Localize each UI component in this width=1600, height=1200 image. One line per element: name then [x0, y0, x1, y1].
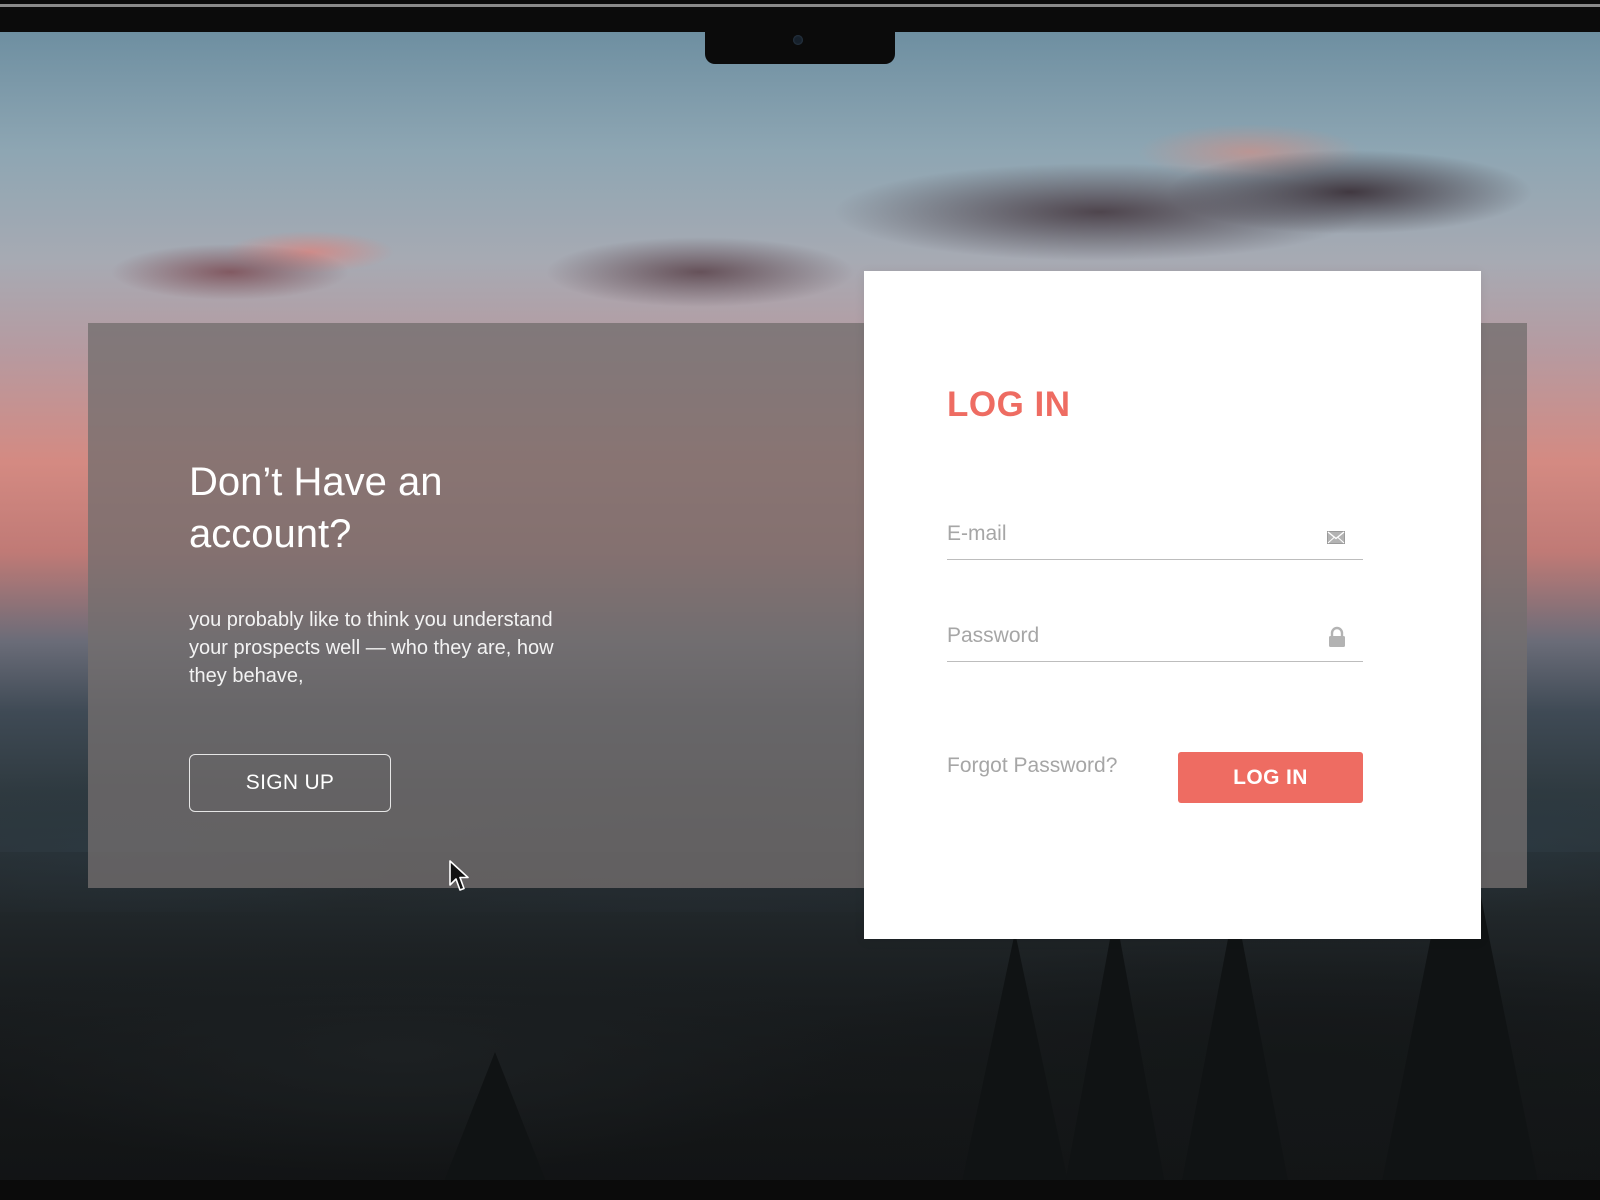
pine-tree — [1060, 912, 1170, 1180]
pine-tree — [1180, 902, 1290, 1180]
login-card: LOG IN Forgot Password? LOG IN — [864, 271, 1481, 939]
envelope-icon — [1327, 531, 1345, 544]
pine-tree — [960, 932, 1070, 1180]
promo-heading: Don’t Have an account? — [189, 460, 443, 556]
mouse-pointer-icon — [449, 860, 469, 891]
password-input[interactable] — [947, 613, 1307, 659]
password-field-container — [947, 613, 1363, 662]
bezel-edge — [0, 4, 1600, 7]
pine-tree — [440, 1052, 550, 1180]
forgot-password-link[interactable]: Forgot Password? — [947, 754, 1117, 778]
lock-icon — [1329, 626, 1345, 647]
camera-notch — [705, 30, 895, 64]
bezel-bottom — [0, 1180, 1600, 1200]
sign-up-button[interactable]: SIGN UP — [189, 754, 391, 812]
log-in-button[interactable]: LOG IN — [1178, 752, 1363, 803]
login-heading: LOG IN — [947, 385, 1071, 424]
camera-icon — [793, 35, 803, 45]
email-input[interactable] — [947, 511, 1307, 557]
device-frame: Don’t Have an account? you probably like… — [0, 0, 1600, 1200]
email-field-container — [947, 511, 1363, 560]
promo-description: you probably like to think you understan… — [189, 609, 554, 687]
